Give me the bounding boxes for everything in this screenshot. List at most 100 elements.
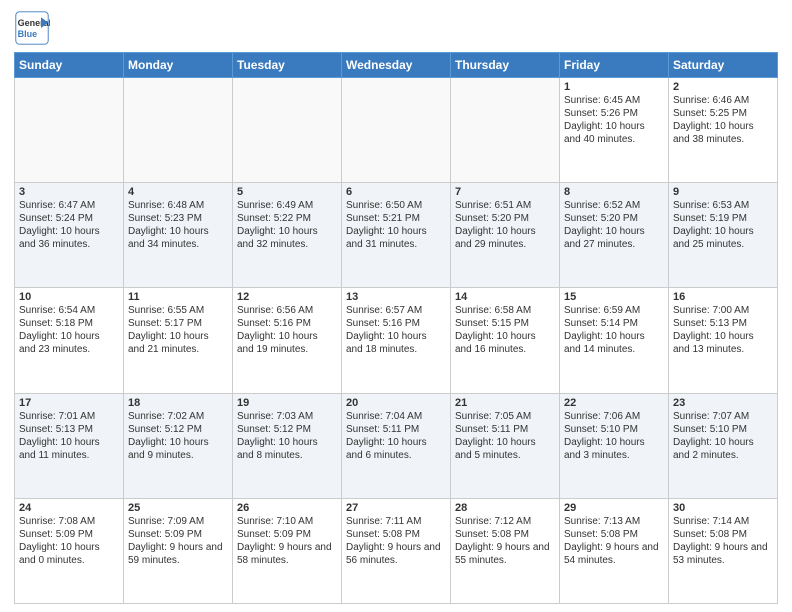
calendar-cell-4-2: 18Sunrise: 7:02 AMSunset: 5:12 PMDayligh… (124, 393, 233, 498)
day-number: 14 (455, 291, 555, 303)
day-number: 23 (673, 397, 773, 409)
cell-text: Sunset: 5:14 PM (564, 317, 664, 330)
cell-text: Sunrise: 7:00 AM (673, 304, 773, 317)
week-row-1: 1Sunrise: 6:45 AMSunset: 5:26 PMDaylight… (15, 78, 778, 183)
day-number: 26 (237, 502, 337, 514)
week-row-5: 24Sunrise: 7:08 AMSunset: 5:09 PMDayligh… (15, 498, 778, 603)
logo-icon: General Blue (14, 10, 50, 46)
cell-text: Daylight: 10 hours and 2 minutes. (673, 436, 773, 462)
cell-text: Sunset: 5:12 PM (128, 423, 228, 436)
cell-text: Sunrise: 6:53 AM (673, 199, 773, 212)
calendar-cell-4-6: 22Sunrise: 7:06 AMSunset: 5:10 PMDayligh… (560, 393, 669, 498)
day-number: 1 (564, 81, 664, 93)
cell-text: Sunrise: 7:04 AM (346, 410, 446, 423)
cell-text: Sunrise: 6:45 AM (564, 94, 664, 107)
cell-text: Sunrise: 7:11 AM (346, 515, 446, 528)
cell-text: Sunset: 5:16 PM (237, 317, 337, 330)
cell-text: Daylight: 9 hours and 59 minutes. (128, 541, 228, 567)
calendar-cell-2-2: 4Sunrise: 6:48 AMSunset: 5:23 PMDaylight… (124, 183, 233, 288)
cell-text: Sunrise: 6:50 AM (346, 199, 446, 212)
week-row-2: 3Sunrise: 6:47 AMSunset: 5:24 PMDaylight… (15, 183, 778, 288)
calendar-cell-4-5: 21Sunrise: 7:05 AMSunset: 5:11 PMDayligh… (451, 393, 560, 498)
day-number: 12 (237, 291, 337, 303)
cell-text: Sunrise: 7:07 AM (673, 410, 773, 423)
weekday-header-friday: Friday (560, 53, 669, 78)
cell-text: Sunset: 5:20 PM (455, 212, 555, 225)
calendar-cell-3-1: 10Sunrise: 6:54 AMSunset: 5:18 PMDayligh… (15, 288, 124, 393)
cell-text: Sunrise: 6:56 AM (237, 304, 337, 317)
cell-text: Daylight: 10 hours and 29 minutes. (455, 225, 555, 251)
cell-text: Sunset: 5:10 PM (673, 423, 773, 436)
calendar-table: SundayMondayTuesdayWednesdayThursdayFrid… (14, 52, 778, 604)
calendar-cell-4-7: 23Sunrise: 7:07 AMSunset: 5:10 PMDayligh… (669, 393, 778, 498)
cell-text: Sunset: 5:08 PM (564, 528, 664, 541)
calendar-cell-1-7: 2Sunrise: 6:46 AMSunset: 5:25 PMDaylight… (669, 78, 778, 183)
cell-text: Daylight: 9 hours and 53 minutes. (673, 541, 773, 567)
calendar-cell-3-2: 11Sunrise: 6:55 AMSunset: 5:17 PMDayligh… (124, 288, 233, 393)
cell-text: Sunset: 5:09 PM (237, 528, 337, 541)
calendar-cell-5-7: 30Sunrise: 7:14 AMSunset: 5:08 PMDayligh… (669, 498, 778, 603)
cell-text: Sunrise: 7:01 AM (19, 410, 119, 423)
calendar-cell-2-5: 7Sunrise: 6:51 AMSunset: 5:20 PMDaylight… (451, 183, 560, 288)
day-number: 22 (564, 397, 664, 409)
weekday-header-thursday: Thursday (451, 53, 560, 78)
day-number: 6 (346, 186, 446, 198)
svg-text:Blue: Blue (18, 29, 38, 39)
cell-text: Sunset: 5:22 PM (237, 212, 337, 225)
cell-text: Sunset: 5:25 PM (673, 107, 773, 120)
day-number: 9 (673, 186, 773, 198)
calendar-cell-1-2 (124, 78, 233, 183)
day-number: 11 (128, 291, 228, 303)
day-number: 17 (19, 397, 119, 409)
cell-text: Daylight: 10 hours and 25 minutes. (673, 225, 773, 251)
calendar-cell-3-3: 12Sunrise: 6:56 AMSunset: 5:16 PMDayligh… (233, 288, 342, 393)
cell-text: Sunrise: 6:48 AM (128, 199, 228, 212)
weekday-header-row: SundayMondayTuesdayWednesdayThursdayFrid… (15, 53, 778, 78)
weekday-header-saturday: Saturday (669, 53, 778, 78)
cell-text: Sunset: 5:11 PM (455, 423, 555, 436)
calendar-cell-2-7: 9Sunrise: 6:53 AMSunset: 5:19 PMDaylight… (669, 183, 778, 288)
day-number: 28 (455, 502, 555, 514)
day-number: 5 (237, 186, 337, 198)
cell-text: Sunset: 5:23 PM (128, 212, 228, 225)
calendar-cell-1-3 (233, 78, 342, 183)
cell-text: Sunrise: 7:06 AM (564, 410, 664, 423)
cell-text: Daylight: 10 hours and 40 minutes. (564, 120, 664, 146)
calendar-cell-2-4: 6Sunrise: 6:50 AMSunset: 5:21 PMDaylight… (342, 183, 451, 288)
cell-text: Sunrise: 7:03 AM (237, 410, 337, 423)
cell-text: Sunset: 5:09 PM (19, 528, 119, 541)
cell-text: Daylight: 10 hours and 19 minutes. (237, 330, 337, 356)
cell-text: Sunset: 5:11 PM (346, 423, 446, 436)
calendar-cell-3-5: 14Sunrise: 6:58 AMSunset: 5:15 PMDayligh… (451, 288, 560, 393)
calendar-cell-5-6: 29Sunrise: 7:13 AMSunset: 5:08 PMDayligh… (560, 498, 669, 603)
cell-text: Sunset: 5:17 PM (128, 317, 228, 330)
cell-text: Daylight: 10 hours and 27 minutes. (564, 225, 664, 251)
cell-text: Sunrise: 6:54 AM (19, 304, 119, 317)
calendar-cell-5-1: 24Sunrise: 7:08 AMSunset: 5:09 PMDayligh… (15, 498, 124, 603)
day-number: 8 (564, 186, 664, 198)
cell-text: Sunset: 5:08 PM (455, 528, 555, 541)
weekday-header-wednesday: Wednesday (342, 53, 451, 78)
cell-text: Sunrise: 7:08 AM (19, 515, 119, 528)
cell-text: Sunrise: 7:13 AM (564, 515, 664, 528)
cell-text: Sunset: 5:19 PM (673, 212, 773, 225)
cell-text: Sunrise: 7:02 AM (128, 410, 228, 423)
cell-text: Sunset: 5:16 PM (346, 317, 446, 330)
cell-text: Sunrise: 6:47 AM (19, 199, 119, 212)
calendar-cell-3-7: 16Sunrise: 7:00 AMSunset: 5:13 PMDayligh… (669, 288, 778, 393)
cell-text: Daylight: 10 hours and 13 minutes. (673, 330, 773, 356)
day-number: 19 (237, 397, 337, 409)
day-number: 13 (346, 291, 446, 303)
day-number: 24 (19, 502, 119, 514)
cell-text: Sunset: 5:21 PM (346, 212, 446, 225)
cell-text: Daylight: 10 hours and 21 minutes. (128, 330, 228, 356)
cell-text: Sunrise: 7:10 AM (237, 515, 337, 528)
header: General Blue (14, 10, 778, 46)
cell-text: Daylight: 10 hours and 23 minutes. (19, 330, 119, 356)
day-number: 29 (564, 502, 664, 514)
cell-text: Daylight: 9 hours and 55 minutes. (455, 541, 555, 567)
cell-text: Sunrise: 7:05 AM (455, 410, 555, 423)
calendar-cell-1-5 (451, 78, 560, 183)
cell-text: Daylight: 10 hours and 18 minutes. (346, 330, 446, 356)
cell-text: Daylight: 10 hours and 8 minutes. (237, 436, 337, 462)
